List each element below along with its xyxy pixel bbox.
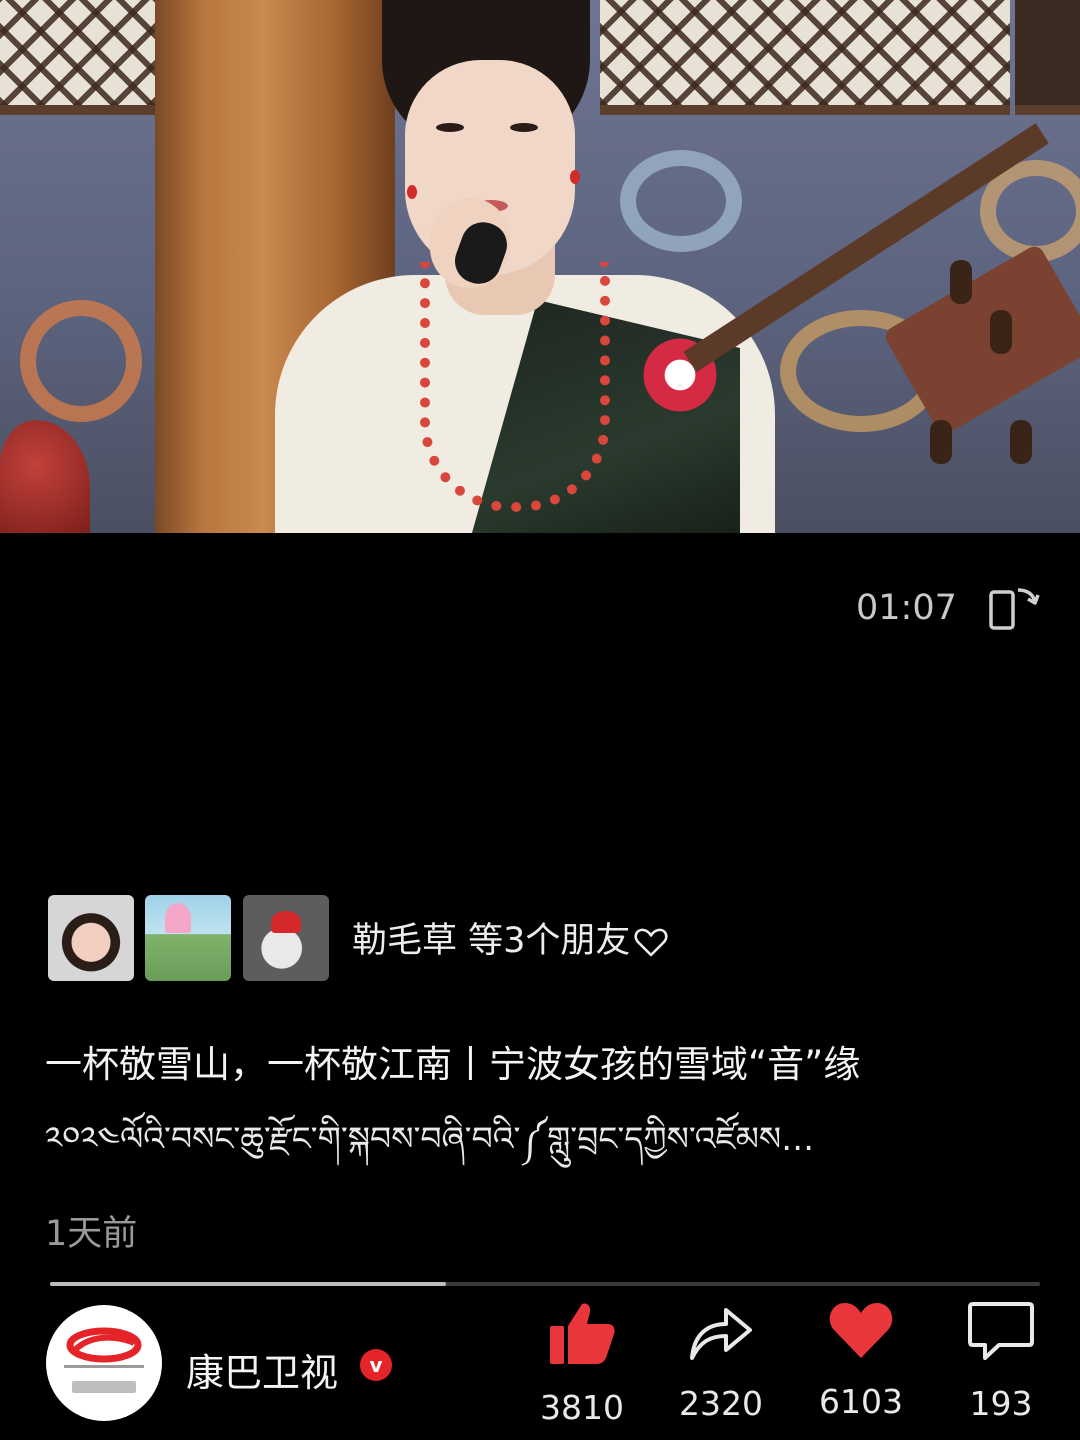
share-icon xyxy=(690,1308,752,1360)
tuning-peg xyxy=(930,420,952,464)
rotate-screen-icon[interactable] xyxy=(985,578,1041,634)
earring xyxy=(407,185,417,199)
friends-liked-text: 勒毛草 等3个朋友 xyxy=(352,921,631,961)
heart-icon xyxy=(829,1303,893,1358)
friend-avatar[interactable] xyxy=(48,895,134,981)
heart-outline-icon xyxy=(634,928,668,957)
friend-avatar[interactable] xyxy=(145,895,231,981)
comment-icon xyxy=(968,1302,1034,1360)
share-count: 2320 xyxy=(679,1384,763,1423)
post-subtitle[interactable]: ༢༠༢༤ལོའི་བསང་ཆུ་རྫོང་གི་སྐབས་བཞི་བའི་༼གླ… xyxy=(45,1102,1035,1195)
coral-necklace xyxy=(420,262,610,512)
channel-logo-icon xyxy=(64,1327,144,1393)
friends-liked[interactable]: 勒毛草 等3个朋友 xyxy=(352,912,668,963)
favorite-count: 6103 xyxy=(819,1382,903,1421)
thumbs-up-icon xyxy=(550,1303,615,1364)
post-date: 1天前 xyxy=(45,1214,138,1254)
comment-count: 193 xyxy=(969,1384,1033,1423)
channel-avatar[interactable] xyxy=(46,1305,162,1421)
verified-icon: v xyxy=(360,1349,392,1381)
singer-eye xyxy=(510,123,538,132)
post-title[interactable]: 一杯敬雪山，一杯敬江南丨宁波女孩的雪域“音”缘 xyxy=(45,1034,860,1088)
share-button[interactable]: 2320 xyxy=(661,1300,781,1423)
tuning-peg xyxy=(990,310,1012,354)
progress-fill xyxy=(50,1282,446,1286)
video-player[interactable] xyxy=(0,0,1080,533)
window-lattice xyxy=(0,0,155,115)
window-lattice xyxy=(600,0,1010,115)
wall-ornament xyxy=(20,300,142,422)
progress-bar[interactable] xyxy=(50,1282,1040,1286)
video-post-screen: 01:07 勒毛草 等3个朋友 一杯敬雪山，一杯敬江南丨宁波女孩的雪域“音”缘 … xyxy=(0,0,1080,1440)
like-count: 3810 xyxy=(540,1388,624,1427)
tuning-peg xyxy=(1010,420,1032,464)
window-lattice xyxy=(1015,0,1080,115)
wall-ornament xyxy=(620,150,742,252)
comment-button[interactable]: 193 xyxy=(941,1300,1061,1423)
like-button[interactable]: 3810 xyxy=(522,1300,642,1427)
video-time: 01:07 xyxy=(856,588,957,628)
earring xyxy=(570,170,580,184)
tuning-peg xyxy=(950,260,972,304)
friend-avatar[interactable] xyxy=(243,895,329,981)
red-cloth xyxy=(0,420,90,533)
favorite-button[interactable]: 6103 xyxy=(801,1300,921,1421)
channel-name[interactable]: 康巴卫视 xyxy=(186,1342,338,1397)
singer-eye xyxy=(436,123,464,132)
